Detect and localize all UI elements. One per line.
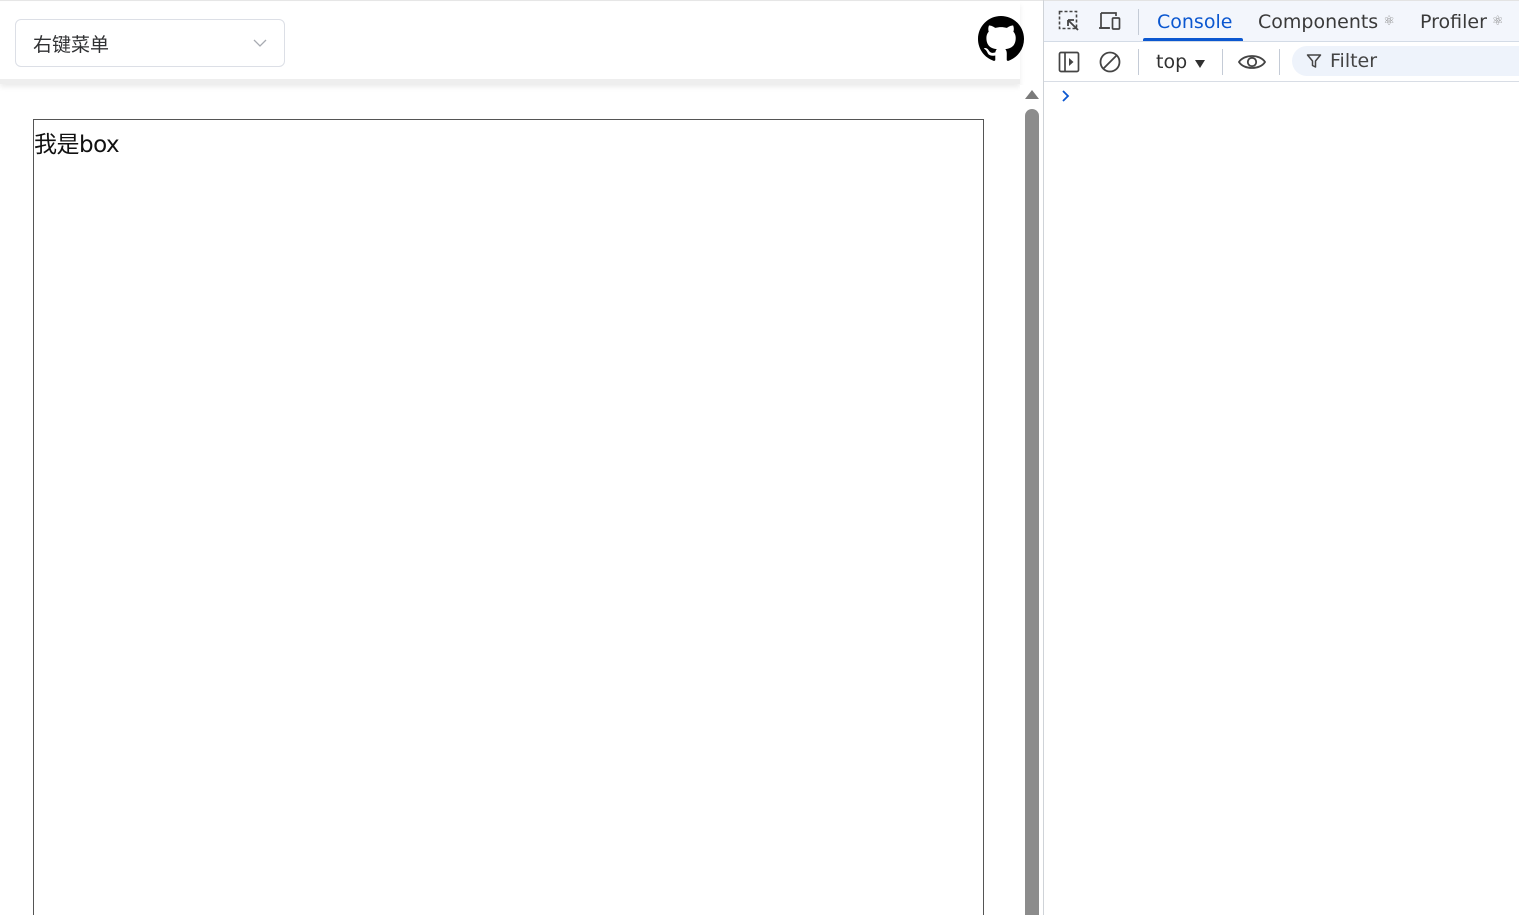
clear-console-icon[interactable] [1096,48,1124,76]
tab-console[interactable]: Console [1157,1,1232,42]
page-scrollbar[interactable] [1020,85,1043,915]
execution-context-select[interactable]: top [1156,48,1206,76]
react-icon: ⚛ [1491,14,1504,29]
console-filter-input[interactable]: Filter [1292,46,1519,76]
console-prompt-chevron-icon [1062,90,1070,102]
devtools-panel: Console Components ⚛ Profiler ⚛ top Filt… [1043,0,1519,915]
box-label: 我是box [34,132,120,158]
live-expression-eye-icon[interactable] [1236,48,1268,76]
github-icon[interactable] [978,16,1024,62]
toolbar-separator [1222,49,1223,75]
execution-context-value: top [1156,51,1188,73]
sidebar-toggle-icon[interactable] [1055,48,1083,76]
chevron-down-icon [253,39,267,47]
filter-placeholder: Filter [1330,50,1378,72]
console-toolbar: top Filter [1044,42,1519,82]
devtools-tabbar: Console Components ⚛ Profiler ⚛ [1044,0,1519,42]
tab-profiler[interactable]: Profiler ⚛ [1420,1,1504,42]
toolbar-separator [1138,9,1139,35]
tab-profiler-label: Profiler [1420,10,1487,33]
tab-components[interactable]: Components ⚛ [1258,1,1395,42]
tab-components-label: Components [1258,10,1379,33]
scroll-up-arrow-icon[interactable] [1025,90,1039,99]
toolbar-separator [1138,49,1139,75]
react-icon: ⚛ [1383,14,1395,29]
app-page: 右键菜单 我是box [0,0,1043,915]
menu-type-select[interactable]: 右键菜单 [15,19,285,67]
page-header: 右键菜单 [0,2,1024,84]
dropdown-triangle-icon [1195,60,1206,68]
inspect-element-icon[interactable] [1055,7,1083,35]
scroll-thumb[interactable] [1025,109,1039,915]
context-menu-box[interactable]: 我是box [33,119,984,915]
toolbar-separator [1279,49,1280,75]
menu-type-select-value: 右键菜单 [33,33,110,56]
filter-funnel-icon [1306,54,1322,68]
device-toolbar-icon[interactable] [1096,7,1124,35]
active-tab-indicator [1143,38,1243,41]
tab-console-label: Console [1157,10,1233,33]
console-output[interactable] [1044,83,1519,915]
